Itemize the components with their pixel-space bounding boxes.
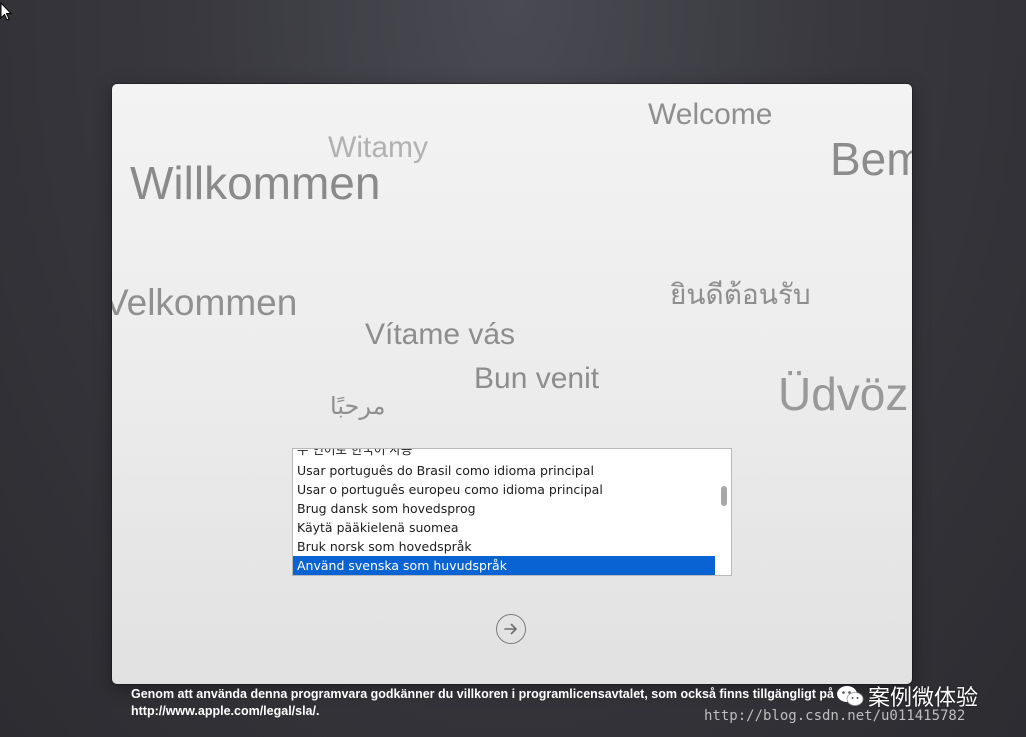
- watermark-url: http://blog.csdn.net/u011415782: [704, 708, 966, 724]
- welcome-panel: Welcome Witamy Bem Willkommen Velkommen …: [112, 84, 912, 684]
- language-list[interactable]: 주 언어로 한국어 사용 Usar português do Brasil co…: [292, 448, 732, 576]
- mouse-pointer-icon: [0, 2, 12, 21]
- desktop-background: { "welcome_words": { "welcome": "Welcome…: [0, 0, 1026, 737]
- language-item-korean[interactable]: 주 언어로 한국어 사용: [293, 449, 715, 459]
- welcome-word-romanian: Bun venit: [474, 362, 600, 395]
- arrow-right-icon: [504, 623, 517, 635]
- welcome-word-arabic: مرحبًا: [330, 392, 386, 420]
- language-item-swedish[interactable]: Använd svenska som huvudspråk: [293, 556, 715, 575]
- language-item-portuguese-brazil[interactable]: Usar português do Brasil como idioma pri…: [293, 461, 715, 480]
- scrollbar-thumb[interactable]: [721, 486, 727, 506]
- language-item-portuguese-europe[interactable]: Usar o português europeu como idioma pri…: [293, 480, 715, 499]
- welcome-word-danish: Velkommen: [112, 282, 298, 323]
- welcome-word-portuguese: Bem: [830, 133, 912, 185]
- welcome-word-german: Willkommen: [130, 157, 381, 209]
- language-item-norwegian[interactable]: Bruk norsk som hovedspråk: [293, 537, 715, 556]
- welcome-word-english: Welcome: [648, 98, 773, 131]
- license-notice-line-1: Genom att använda denna programvara godk…: [131, 687, 834, 701]
- wechat-icon: [837, 686, 864, 706]
- language-list-scrollbar[interactable]: [717, 449, 731, 575]
- welcome-word-slovak: Vítame vás: [365, 318, 516, 351]
- language-item-finnish[interactable]: Käytä pääkielenä suomea: [293, 518, 715, 537]
- welcome-word-thai: ยินดีต้อนรับ: [670, 278, 811, 311]
- welcome-word-hungarian: Üdvöz: [778, 368, 909, 420]
- continue-button[interactable]: [496, 614, 526, 644]
- language-item-danish[interactable]: Brug dansk som hovedsprog: [293, 499, 715, 518]
